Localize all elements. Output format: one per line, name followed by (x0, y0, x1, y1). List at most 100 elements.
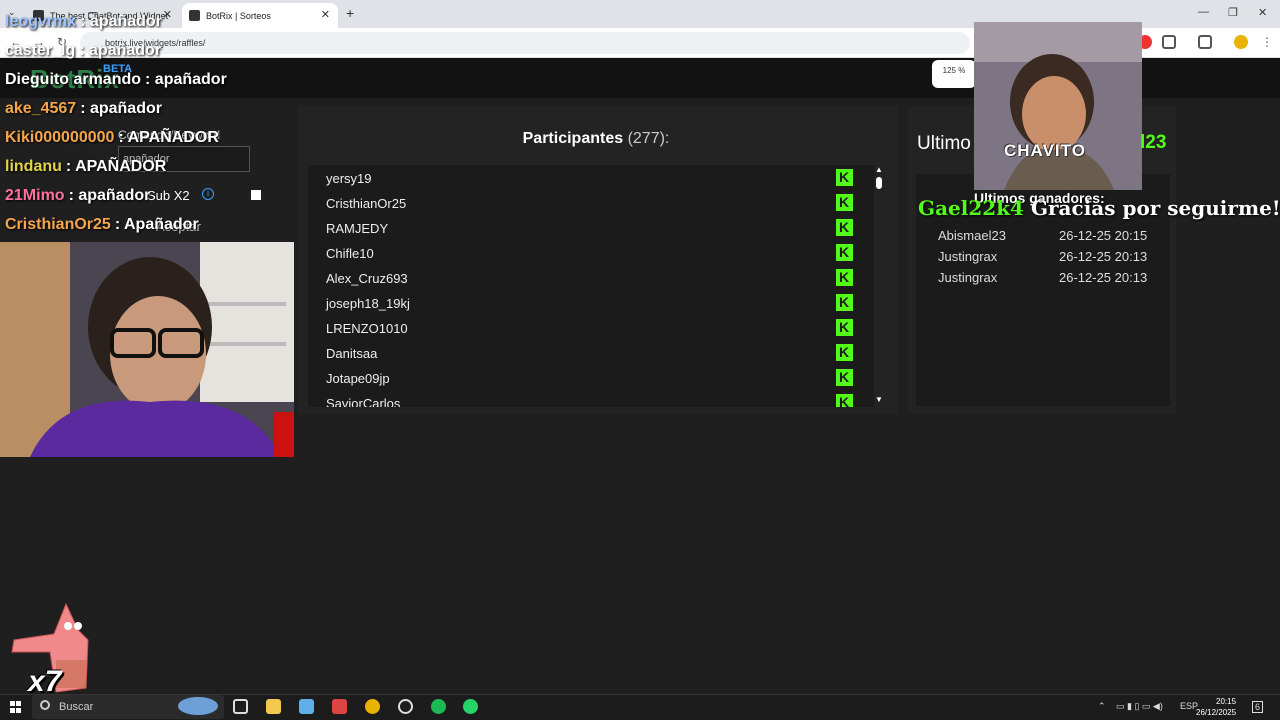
minimize-button[interactable]: — (1198, 6, 1209, 18)
windows-start-icon[interactable] (10, 701, 22, 713)
chat-message: Dieguito armando: apañador (5, 71, 227, 89)
chat-username: CristhianOr25 (5, 216, 111, 233)
chat-username: Kiki000000000 (5, 129, 115, 146)
scroll-up-icon[interactable]: ▲ (875, 165, 883, 174)
chat-username: ake_4567 (5, 100, 77, 117)
tray-overflow-icon[interactable]: ⌃ (1098, 701, 1106, 712)
chat-username: 21Mimo (5, 187, 65, 204)
search-icon (40, 700, 50, 710)
winner-name: Abismael23 (938, 228, 1006, 243)
participants-scrollbar[interactable]: ▲ ▼ (874, 165, 884, 407)
participant-name: CristhianOr25 (326, 196, 407, 211)
clock-time: 20:15 (1216, 697, 1237, 706)
chat-username: caster_lg (5, 42, 76, 59)
winner-name: Justingrax (938, 270, 998, 285)
scroll-down-icon[interactable]: ▼ (875, 395, 883, 404)
tab-close-icon[interactable]: ✕ (163, 8, 172, 21)
participant-name: Alex_Cruz693 (326, 271, 408, 286)
chat-text: : apañador (79, 42, 162, 59)
chat-text: : apañador (145, 71, 227, 88)
obs-icon[interactable] (398, 699, 413, 714)
chat-message: leogvrmx: apañador (5, 13, 162, 31)
profile-sync-icon[interactable] (1198, 35, 1212, 49)
kick-icon (836, 169, 853, 186)
restore-button[interactable]: ❐ (1228, 6, 1238, 19)
app-icon[interactable] (332, 699, 347, 714)
participant-row: Chifle10 (308, 240, 874, 265)
scroll-thumb[interactable] (876, 177, 882, 189)
kick-icon (836, 194, 853, 211)
chat-text: : apañador (80, 13, 162, 30)
sub-x2-checkbox[interactable] (251, 190, 261, 200)
participant-name: Chifle10 (326, 246, 374, 261)
botrix-favicon-icon (189, 10, 200, 21)
participant-row: RAMJEDY (308, 215, 874, 240)
notification-icon[interactable]: 6 (1252, 701, 1264, 713)
chat-username: leogvrmx (5, 13, 77, 30)
participant-row: CristhianOr25 (308, 190, 874, 215)
avatar[interactable] (1234, 35, 1248, 49)
menu-kebab-icon[interactable]: ⋮ (1260, 35, 1274, 49)
tab-close-icon[interactable]: ✕ (321, 8, 330, 21)
kick-icon (836, 294, 853, 311)
kick-icon (836, 319, 853, 336)
gif-caption: CHAVITO (1004, 141, 1086, 160)
spotify-icon[interactable] (431, 699, 446, 714)
file-explorer-icon[interactable] (266, 699, 281, 714)
chat-text: : apañador (80, 100, 162, 117)
taskbar-clock[interactable]: 20:15 26/12/2025 (1196, 696, 1236, 718)
kick-icon (836, 394, 853, 407)
participants-heading: Participantes (522, 130, 624, 147)
participant-name: RAMJEDY (326, 221, 389, 236)
kick-icon (836, 369, 853, 386)
follow-alert-user: Gael22k4 (918, 196, 1024, 220)
chrome-icon[interactable] (365, 699, 380, 714)
chat-username: lindanu (5, 158, 62, 175)
follow-alert-message: Gracias por seguirme!! (1030, 196, 1280, 220)
sub-x2-label: Sub X2 (147, 188, 190, 203)
chat-text: : APAÑADOR (118, 129, 219, 146)
notepad-icon[interactable] (299, 699, 314, 714)
winner-date: 26-12-25 20:13 (1059, 249, 1148, 264)
winner-date: 26-12-25 20:13 (1059, 270, 1148, 285)
extensions-icon[interactable] (1162, 35, 1176, 49)
participants-count: (277): (627, 130, 670, 147)
tab-botrix[interactable]: BotRix | Sorteos ✕ (182, 3, 338, 28)
winners-title: Ultimo (917, 133, 971, 154)
info-icon[interactable]: i (202, 188, 214, 200)
webcam-feed (0, 242, 294, 457)
zoom-indicator: 125 % (932, 60, 976, 88)
address-bar[interactable]: botrix.live/widgets/raffles/ (80, 32, 970, 54)
participant-name: Jotape09jp (326, 371, 390, 386)
tray-icons[interactable]: ▭ ▮ ▯ ▭ ◀) (1116, 701, 1163, 712)
chat-username: Dieguito armando (5, 71, 142, 88)
kick-icon (836, 269, 853, 286)
participant-name: SaviorCarlos (326, 396, 401, 407)
chat-message: CristhianOr25: Apañador (5, 216, 199, 234)
taskbar-search-placeholder: Buscar (59, 701, 94, 713)
winner-name-suffix: l23 (1140, 132, 1167, 153)
participant-row: SaviorCarlos (308, 390, 874, 407)
new-tab-button[interactable]: + (346, 5, 354, 21)
participants-list[interactable]: yersy19 CristhianOr25 RAMJEDY Chifle10 Alex_… (308, 165, 874, 407)
participant-row: Danitsaa (308, 340, 874, 365)
weather-widget-icon[interactable] (178, 697, 218, 715)
participant-name: yersy19 (326, 171, 372, 186)
whatsapp-icon[interactable] (463, 699, 478, 714)
winner-name: Justingrax (938, 249, 998, 264)
kick-icon (836, 244, 853, 261)
tab-title: BotRix | Sorteos (206, 10, 271, 21)
winner-date: 26-12-25 20:15 (1059, 228, 1148, 243)
participant-row: joseph18_19kj (308, 290, 874, 315)
close-window-button[interactable]: ✕ (1258, 6, 1267, 19)
kick-icon (836, 344, 853, 361)
task-view-icon[interactable] (233, 699, 248, 714)
chat-message: caster_lg: apañador (5, 42, 161, 60)
follow-alert: Gael22k4 Gracias por seguirme!! (918, 196, 1280, 220)
chat-message: lindanu: APAÑADOR (5, 158, 166, 176)
participants-title: Participantes (277): (298, 130, 894, 148)
kick-icon (836, 219, 853, 236)
participant-row: Alex_Cruz693 (308, 265, 874, 290)
participant-name: Danitsaa (326, 346, 378, 361)
clock-date: 26/12/2025 (1196, 708, 1237, 717)
